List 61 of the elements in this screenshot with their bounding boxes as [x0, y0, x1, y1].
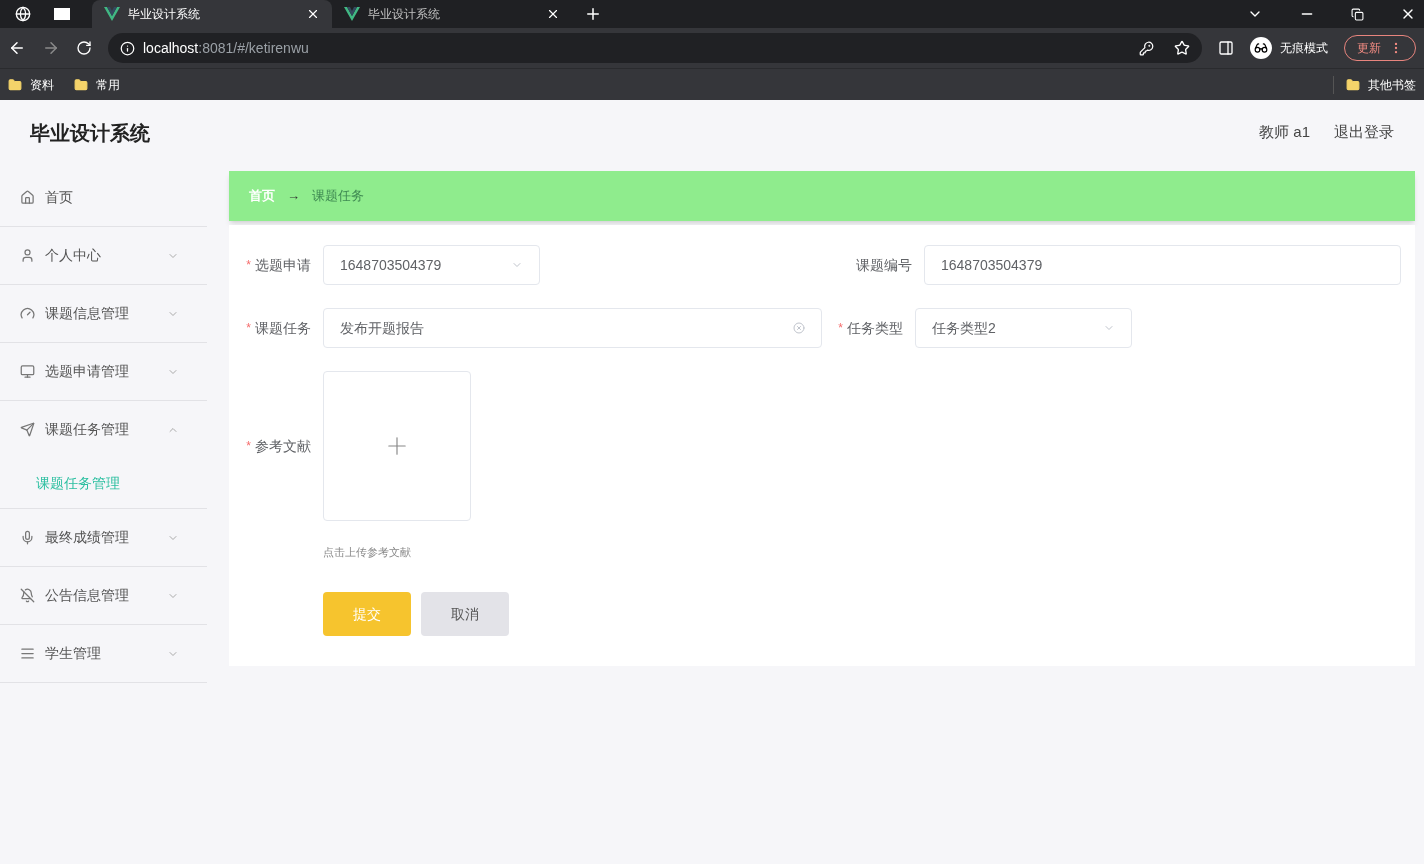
browser-tab[interactable]: 毕业设计系统: [92, 0, 332, 28]
bookmark[interactable]: 常用: [74, 75, 120, 94]
browser-tab[interactable]: 毕业设计系统: [332, 0, 572, 28]
menu-item[interactable]: 课题信息管理: [0, 285, 207, 342]
close-icon[interactable]: [546, 7, 560, 21]
home-icon: [20, 190, 35, 205]
required-mark: *: [838, 320, 843, 337]
topic-select[interactable]: 1648703504379: [323, 245, 540, 285]
url-text: localhost:8081/#/ketirenwu: [143, 38, 310, 58]
info-icon: [120, 40, 135, 56]
monitor-icon: [20, 364, 35, 379]
reload-icon[interactable]: [76, 40, 92, 56]
incognito-badge[interactable]: 无痕模式: [1250, 37, 1328, 59]
v-logo-icon: [104, 7, 120, 21]
restore-icon[interactable]: [1351, 7, 1364, 21]
site-title: 毕业设计系统: [30, 120, 151, 146]
close-icon[interactable]: [306, 7, 320, 21]
bell-icon: [20, 588, 35, 603]
cancel-button[interactable]: 取消: [421, 592, 509, 636]
incognito-icon: [1254, 41, 1268, 55]
field-label: 课题编号: [856, 255, 912, 275]
menu-item[interactable]: 最终成绩管理: [0, 509, 207, 566]
required-mark: *: [246, 320, 251, 337]
menu-item[interactable]: 学生管理: [0, 625, 207, 682]
key-icon[interactable]: [1139, 40, 1154, 56]
field-label: 任务类型: [847, 318, 903, 338]
logout-link[interactable]: 退出登录: [1334, 121, 1394, 144]
user-name: 教师 a1: [1259, 122, 1310, 143]
menu-item[interactable]: 公告信息管理: [0, 567, 207, 624]
required-mark: *: [246, 257, 251, 274]
folder-icon: [1346, 77, 1360, 92]
menu-item[interactable]: 课题任务管理: [0, 401, 207, 458]
v-logo-icon: [344, 7, 360, 21]
star-icon[interactable]: [1174, 40, 1190, 56]
field-label: 选题申请: [255, 255, 311, 275]
forward-icon[interactable]: [42, 39, 60, 57]
microphone-icon: [20, 530, 35, 545]
back-icon[interactable]: [8, 39, 26, 57]
address-bar[interactable]: localhost:8081/#/ketirenwu: [108, 33, 1202, 63]
topic-number-field[interactable]: 1648703504379: [924, 245, 1401, 285]
folder-icon: [8, 77, 22, 92]
other-bookmarks[interactable]: 其他书签: [1333, 75, 1416, 94]
user-icon: [20, 248, 35, 263]
side-panel-icon[interactable]: [1218, 40, 1234, 56]
task-type-select[interactable]: 任务类型2: [915, 308, 1132, 348]
menu-item[interactable]: 选题申请管理: [0, 343, 207, 400]
field-label: 参考文献: [255, 436, 311, 456]
bookmark[interactable]: 资料: [8, 75, 54, 94]
menu-item[interactable]: 个人中心: [0, 227, 207, 284]
task-field[interactable]: 发布开题报告: [323, 308, 822, 348]
new-tab-icon[interactable]: [584, 5, 602, 23]
field-label: 课题任务: [255, 318, 311, 338]
upload-hint: 点击上传参考文献: [323, 546, 411, 558]
list-icon: [20, 646, 35, 661]
globe-icon[interactable]: [15, 6, 31, 22]
gauge-icon: [20, 306, 35, 321]
required-mark: *: [246, 438, 251, 455]
menu-item[interactable]: 首页: [0, 169, 207, 226]
folder-icon: [74, 77, 88, 92]
arrow-separator: →: [287, 187, 300, 206]
paper-plane-icon: [20, 422, 35, 437]
